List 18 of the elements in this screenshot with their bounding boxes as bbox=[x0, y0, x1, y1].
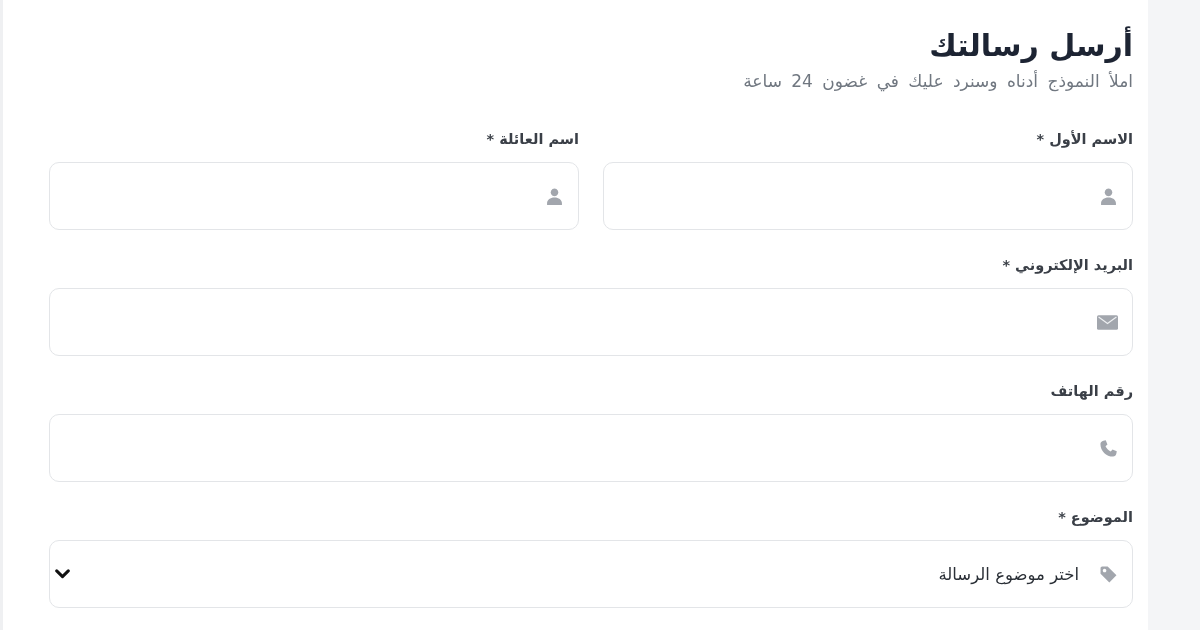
tag-icon bbox=[1100, 565, 1117, 583]
field-label: الموضوع * bbox=[1058, 508, 1133, 527]
form-title: أرسل رسالتك bbox=[929, 25, 1133, 65]
subject-dropdown[interactable]: اختر موضوع الرسالة bbox=[49, 540, 1133, 608]
person-icon bbox=[1100, 187, 1117, 205]
name-input-field[interactable] bbox=[49, 162, 579, 230]
phone-icon bbox=[1100, 439, 1117, 457]
field-label: رقم الهاتف bbox=[1050, 382, 1133, 401]
name-input-field[interactable] bbox=[603, 162, 1133, 230]
chevron-down-icon bbox=[55, 569, 70, 579]
form-subtitle: املأ النموذج أدناه وسنرد عليك في غضون 24 ساعة bbox=[743, 69, 1133, 93]
phone-input-field[interactable] bbox=[49, 414, 1133, 482]
email-input-field[interactable] bbox=[49, 288, 1133, 356]
envelope-icon bbox=[1097, 314, 1118, 330]
field-label: البريد الإلكتروني * bbox=[1002, 256, 1133, 275]
person-icon bbox=[546, 187, 563, 205]
field-label: الاسم الأول * bbox=[1036, 129, 1133, 149]
field-label: اسم العائلة * bbox=[486, 130, 579, 149]
